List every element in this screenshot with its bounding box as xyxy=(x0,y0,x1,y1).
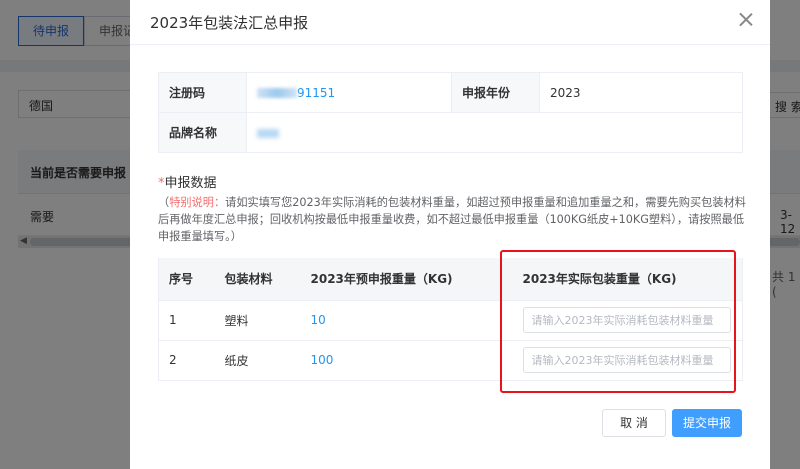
header-index: 序号 xyxy=(158,258,215,301)
declaration-table: 序号 包装材料 2023年预申报重量（KG) 2023年实际包装重量（KG) 1… xyxy=(158,258,743,381)
note-prefix: （ xyxy=(158,196,170,209)
row-index: 2 xyxy=(158,340,215,381)
header-material: 包装材料 xyxy=(214,258,301,301)
note-text: 请如实填写您2023年实际消耗的包装材料重量，如超过预申报重量和追加重量之和，需… xyxy=(158,196,746,243)
row-pre-weight: 10 xyxy=(300,300,513,341)
row-index: 1 xyxy=(158,300,215,341)
brand-value xyxy=(246,112,743,153)
note-label: 特别说明： xyxy=(169,196,226,209)
row-material: 纸皮 xyxy=(214,340,301,381)
year-label: 申报年份 xyxy=(451,72,540,113)
header-actual-weight: 2023年实际包装重量（KG) xyxy=(512,258,743,301)
declaration-table-header: 序号 包装材料 2023年预申报重量（KG) 2023年实际包装重量（KG) xyxy=(158,258,743,301)
reg-code-text: 91151 xyxy=(297,85,336,100)
reg-code-value: 91151 xyxy=(246,72,452,113)
brand-label: 品牌名称 xyxy=(158,112,247,153)
close-icon[interactable] xyxy=(736,10,756,30)
year-value: 2023 xyxy=(539,72,743,113)
row-actual-cell xyxy=(512,300,743,341)
row-pre-weight: 100 xyxy=(300,340,513,381)
reg-code-label: 注册码 xyxy=(158,72,247,113)
dialog-divider xyxy=(130,44,770,45)
actual-weight-input-paper[interactable] xyxy=(522,347,731,373)
brand-redacted xyxy=(257,128,279,138)
row-material: 塑料 xyxy=(214,300,301,341)
row-actual-cell xyxy=(512,340,743,381)
section-title: *申报数据 xyxy=(158,172,217,191)
table-row: 1 塑料 10 xyxy=(158,300,743,341)
dialog-title: 2023年包装法汇总申报 xyxy=(150,14,309,32)
reg-code-redacted xyxy=(257,88,297,98)
cancel-button[interactable]: 取 消 xyxy=(602,409,666,437)
actual-weight-input-plastic[interactable] xyxy=(522,307,731,333)
section-title-text: 申报数据 xyxy=(164,176,217,191)
submit-button[interactable]: 提交申报 xyxy=(672,409,742,437)
table-row: 2 纸皮 100 xyxy=(158,340,743,381)
info-table: 注册码 91151 申报年份 2023 品牌名称 xyxy=(158,72,743,153)
header-pre-weight: 2023年预申报重量（KG) xyxy=(300,258,513,301)
declaration-dialog: 2023年包装法汇总申报 注册码 91151 申报年份 2023 品牌名称 *申… xyxy=(130,0,770,469)
special-note: （特别说明：请如实填写您2023年实际消耗的包装材料重量，如超过预申报重量和追加… xyxy=(158,194,748,245)
